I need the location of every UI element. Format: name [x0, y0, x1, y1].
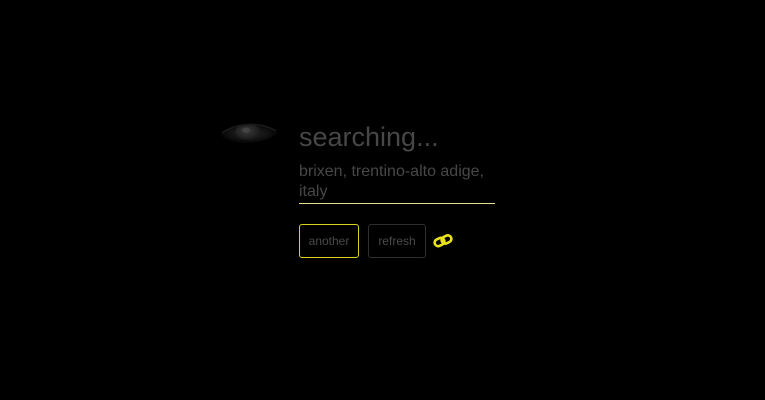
- status-text: searching...: [299, 122, 439, 152]
- location-text: brixen, trentino-alto adige, italy: [299, 162, 495, 204]
- eye-icon: [220, 123, 278, 144]
- search-panel: searching... brixen, trentino-alto adige…: [299, 121, 499, 204]
- refresh-button[interactable]: refresh: [368, 224, 426, 258]
- another-button[interactable]: another: [299, 224, 359, 258]
- link-icon[interactable]: [433, 232, 453, 250]
